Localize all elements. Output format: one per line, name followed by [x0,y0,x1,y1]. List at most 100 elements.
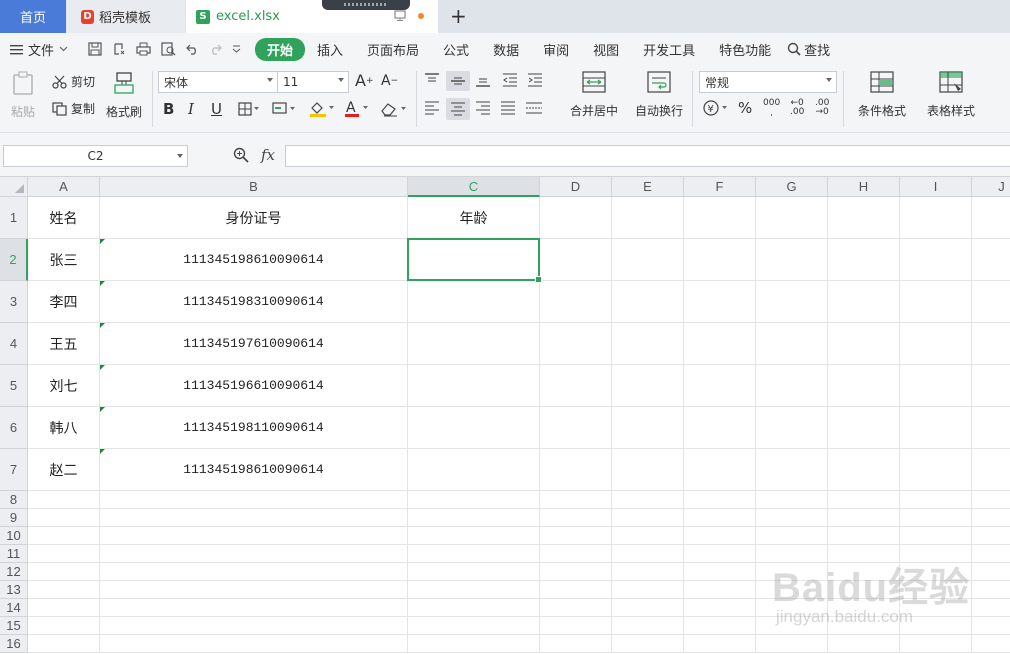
cell-i3[interactable] [900,281,972,323]
cell-f13[interactable] [684,581,756,599]
menu-page-layout[interactable]: 页面布局 [355,40,431,59]
menu-home-tab[interactable]: 开始 [255,37,306,61]
row-header-8[interactable]: 8 [0,491,28,509]
cell-a8[interactable] [28,491,100,509]
cell-b7[interactable]: 111345198610090614 [100,449,408,491]
align-right-button[interactable] [475,101,491,115]
cell-b2[interactable]: 111345198610090614 [100,239,408,281]
cell-d9[interactable] [540,509,612,527]
cell-g2[interactable] [756,239,828,281]
cell-i1[interactable] [900,197,972,239]
row-header-6[interactable]: 6 [0,407,28,449]
name-box[interactable]: C2 [3,145,188,167]
cell-c7[interactable] [408,449,540,491]
monitor-icon[interactable] [394,10,406,21]
cell-b5[interactable]: 111345196610090614 [100,365,408,407]
cell-c11[interactable] [408,545,540,563]
redo-icon[interactable] [209,43,222,55]
cut-button[interactable]: 剪切 [52,73,95,90]
cell-c12[interactable] [408,563,540,581]
cell-b3[interactable]: 111345198310090614 [100,281,408,323]
row-header-10[interactable]: 10 [0,527,28,545]
cell-e4[interactable] [612,323,684,365]
cell-e7[interactable] [612,449,684,491]
cell-j3[interactable] [972,281,1010,323]
increase-font-button[interactable]: A + [355,71,374,90]
cell-g7[interactable] [756,449,828,491]
cell-a14[interactable] [28,599,100,617]
menu-review[interactable]: 审阅 [531,40,581,59]
row-header-5[interactable]: 5 [0,365,28,407]
row-header-7[interactable]: 7 [0,449,28,491]
cell-e13[interactable] [612,581,684,599]
cell-i10[interactable] [900,527,972,545]
cell-j7[interactable] [972,449,1010,491]
cell-a4[interactable]: 王五 [28,323,100,365]
select-all-corner[interactable] [0,177,28,197]
column-header-f[interactable]: F [684,177,756,197]
cell-j5[interactable] [972,365,1010,407]
cell-d2[interactable] [540,239,612,281]
menu-insert[interactable]: 插入 [305,40,355,59]
cell-d5[interactable] [540,365,612,407]
increase-decimal-button[interactable]: ←0.00 [790,99,804,117]
cell-f5[interactable] [684,365,756,407]
cell-c6[interactable] [408,407,540,449]
print-preview-icon[interactable] [161,42,176,56]
column-header-i[interactable]: I [900,177,972,197]
cell-h16[interactable] [828,635,900,653]
cell-j6[interactable] [972,407,1010,449]
cell-c3[interactable] [408,281,540,323]
clear-format-button[interactable] [380,101,408,117]
cell-g6[interactable] [756,407,828,449]
font-color-button[interactable]: A [344,100,370,118]
row-header-13[interactable]: 13 [0,581,28,599]
row-header-3[interactable]: 3 [0,281,28,323]
cell-d6[interactable] [540,407,612,449]
row-header-12[interactable]: 12 [0,563,28,581]
cell-c13[interactable] [408,581,540,599]
cell-h9[interactable] [828,509,900,527]
cell-e14[interactable] [612,599,684,617]
cell-h8[interactable] [828,491,900,509]
merge-center-button[interactable]: 合并居中 [564,71,624,119]
cell-a10[interactable] [28,527,100,545]
cell-a9[interactable] [28,509,100,527]
cell-b15[interactable] [100,617,408,635]
cell-a1[interactable]: 姓名 [28,197,100,239]
cell-c9[interactable] [408,509,540,527]
cell-j16[interactable] [972,635,1010,653]
cell-d14[interactable] [540,599,612,617]
cell-a12[interactable] [28,563,100,581]
cell-g3[interactable] [756,281,828,323]
cell-i16[interactable] [900,635,972,653]
cell-g4[interactable] [756,323,828,365]
borders-button[interactable] [238,102,260,116]
number-format-select[interactable]: 常规 [699,71,837,93]
cell-b8[interactable] [100,491,408,509]
paste-button[interactable]: 粘贴 [6,71,40,120]
justify-button[interactable] [500,101,516,115]
cell-d3[interactable] [540,281,612,323]
align-center-button[interactable] [446,98,470,120]
cell-c5[interactable] [408,365,540,407]
cell-c10[interactable] [408,527,540,545]
cell-b14[interactable] [100,599,408,617]
cell-h3[interactable] [828,281,900,323]
cell-a5[interactable]: 刘七 [28,365,100,407]
menu-formulas[interactable]: 公式 [431,40,481,59]
cell-f6[interactable] [684,407,756,449]
cell-f16[interactable] [684,635,756,653]
cell-h2[interactable] [828,239,900,281]
cell-e5[interactable] [612,365,684,407]
cell-a16[interactable] [28,635,100,653]
cell-d12[interactable] [540,563,612,581]
cell-h7[interactable] [828,449,900,491]
row-header-15[interactable]: 15 [0,617,28,635]
cell-i7[interactable] [900,449,972,491]
file-menu[interactable]: 文件 [0,40,80,59]
italic-button[interactable]: I [188,100,194,118]
cell-c15[interactable] [408,617,540,635]
column-header-e[interactable]: E [612,177,684,197]
cell-g10[interactable] [756,527,828,545]
